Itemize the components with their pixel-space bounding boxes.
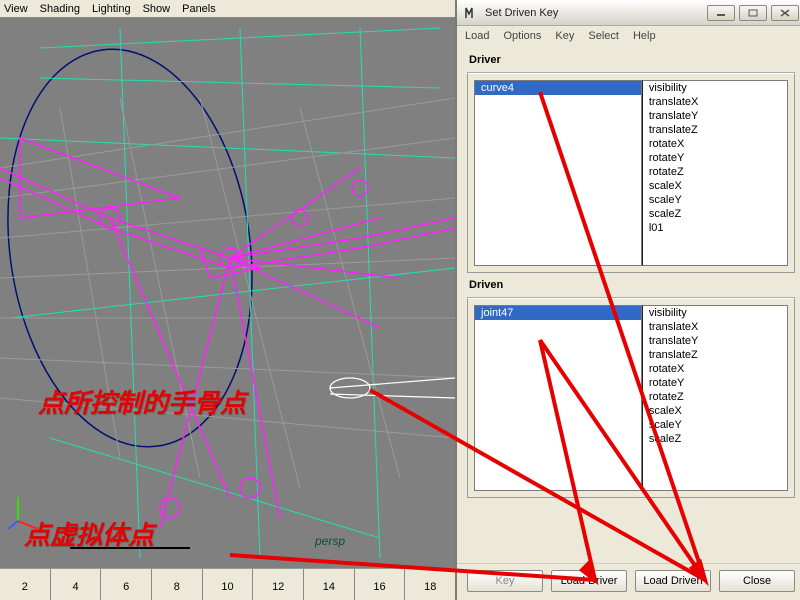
camera-name-label: persp — [315, 534, 345, 548]
driven-object-list[interactable]: joint47 — [474, 305, 642, 491]
list-item[interactable]: scaleX — [643, 404, 787, 418]
timeline[interactable]: 2 4 6 8 10 12 14 16 18 — [0, 568, 455, 600]
menu-select[interactable]: Select — [588, 30, 619, 42]
timeline-tick[interactable]: 12 — [252, 569, 303, 600]
key-button[interactable]: Key — [467, 570, 543, 592]
timeline-tick[interactable]: 14 — [303, 569, 354, 600]
list-item[interactable]: rotateZ — [643, 390, 787, 404]
list-item[interactable]: translateZ — [643, 123, 787, 137]
list-item[interactable]: rotateY — [643, 151, 787, 165]
list-item[interactable]: scaleY — [643, 418, 787, 432]
viewport-canvas[interactable]: persp 点所控制的手骨点 点虚拟体点 — [0, 18, 455, 568]
maximize-button[interactable] — [739, 5, 767, 21]
timeline-tick[interactable]: 16 — [354, 569, 405, 600]
dialog-title: Set Driven Key — [485, 7, 701, 19]
annotation-virtual-point: 点虚拟体点 — [24, 515, 154, 552]
annotation-hand-bone: 点所控制的手骨点 — [38, 383, 246, 420]
list-item[interactable]: l01 — [643, 221, 787, 235]
driven-group: joint47 visibilitytranslateXtranslateYtr… — [467, 297, 795, 498]
menu-key[interactable]: Key — [555, 30, 574, 42]
driver-attr-list[interactable]: visibilitytranslateXtranslateYtranslateZ… — [642, 80, 788, 266]
dialog-button-row: Key Load Driver Load Driven Close — [457, 563, 800, 600]
menu-shading[interactable]: Shading — [40, 3, 80, 15]
driver-group: curve4 visibilitytranslateXtranslateYtra… — [467, 72, 795, 273]
viewport-menubar: View Shading Lighting Show Panels — [0, 0, 455, 18]
load-driver-button[interactable]: Load Driver — [551, 570, 627, 592]
load-driven-button[interactable]: Load Driven — [635, 570, 711, 592]
list-item[interactable]: translateX — [643, 320, 787, 334]
timeline-tick[interactable]: 10 — [202, 569, 253, 600]
timeline-tick[interactable]: 18 — [404, 569, 455, 600]
close-button[interactable] — [771, 5, 799, 21]
list-item[interactable]: rotateX — [643, 362, 787, 376]
minimize-button[interactable] — [707, 5, 735, 21]
menu-lighting[interactable]: Lighting — [92, 3, 131, 15]
viewport-panel: View Shading Lighting Show Panels — [0, 0, 455, 600]
list-item[interactable]: rotateZ — [643, 165, 787, 179]
list-item[interactable]: visibility — [643, 81, 787, 95]
list-item[interactable]: translateY — [643, 334, 787, 348]
timeline-tick[interactable]: 2 — [0, 569, 50, 600]
app-icon — [463, 5, 479, 21]
list-item[interactable]: rotateX — [643, 137, 787, 151]
dialog-menubar: Load Options Key Select Help — [457, 26, 800, 46]
timeline-tick[interactable]: 4 — [50, 569, 101, 600]
close-dialog-button[interactable]: Close — [719, 570, 795, 592]
list-item[interactable]: translateY — [643, 109, 787, 123]
list-item[interactable]: visibility — [643, 306, 787, 320]
list-item[interactable]: scaleX — [643, 179, 787, 193]
list-item[interactable]: translateX — [643, 95, 787, 109]
menu-show[interactable]: Show — [143, 3, 171, 15]
driver-object-list[interactable]: curve4 — [474, 80, 642, 266]
timeline-tick[interactable]: 8 — [151, 569, 202, 600]
list-item[interactable]: translateZ — [643, 348, 787, 362]
wireframe-scene — [0, 18, 455, 568]
menu-help[interactable]: Help — [633, 30, 656, 42]
list-item[interactable]: scaleZ — [643, 432, 787, 446]
list-item[interactable]: rotateY — [643, 376, 787, 390]
driver-section-label: Driver — [469, 54, 795, 66]
driven-section-label: Driven — [469, 279, 795, 291]
timeline-tick[interactable]: 6 — [100, 569, 151, 600]
menu-view[interactable]: View — [4, 3, 28, 15]
menu-load[interactable]: Load — [465, 30, 489, 42]
list-item[interactable]: scaleY — [643, 193, 787, 207]
driven-attr-list[interactable]: visibilitytranslateXtranslateYtranslateZ… — [642, 305, 788, 491]
menu-options[interactable]: Options — [503, 30, 541, 42]
list-item[interactable]: scaleZ — [643, 207, 787, 221]
dialog-titlebar[interactable]: Set Driven Key — [457, 0, 800, 26]
list-item[interactable]: curve4 — [475, 81, 641, 95]
menu-panels[interactable]: Panels — [182, 3, 216, 15]
list-item[interactable]: joint47 — [475, 306, 641, 320]
set-driven-key-dialog: Set Driven Key Load Options Key Select H… — [455, 0, 800, 600]
